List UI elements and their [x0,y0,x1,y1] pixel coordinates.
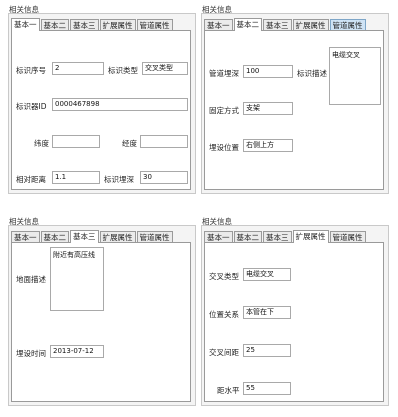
cross-type-label: 交叉类型 [209,272,239,281]
marker-seq-input[interactable]: 2 [52,62,104,75]
tab-extended-attributes[interactable]: 扩展属性 [292,230,329,243]
fixing-method-input[interactable]: 支架 [243,102,293,115]
marker-id-label: 标识器ID [16,102,47,111]
position-relation-input[interactable]: 本管在下 [243,306,291,319]
tab-content: 交叉类型 电缆交叉 位置关系 本管在下 交叉间距 25 距水平 55 [204,242,384,402]
horizontal-distance-label: 距水平 [217,386,240,395]
marker-depth-input[interactable]: 30 [140,171,188,184]
panel-basic-two: 相关信息 基本一 基本二 基本三 扩展属性 管道属性 管道埋深 100 标识描述… [201,4,389,194]
relative-distance-input[interactable]: 1.1 [52,171,100,184]
marker-type-label: 标识类型 [108,66,138,75]
marker-desc-textarea[interactable]: 电缆交叉 [329,47,381,105]
marker-desc-label: 标识描述 [297,69,327,78]
tab-content: 标识序号 2 标识类型 交叉类型 标识器ID 0000467898 纬度 经度 … [11,30,191,190]
panel-basic-one: 相关信息 基本一 基本二 基本三 扩展属性 管道属性 标识序号 2 标识类型 交… [8,4,196,194]
cross-type-input[interactable]: 电缆交叉 [243,268,291,281]
latitude-label: 纬度 [34,139,49,148]
longitude-input[interactable] [140,135,188,148]
marker-seq-label: 标识序号 [16,66,46,75]
pipeline-depth-input[interactable]: 100 [243,65,293,78]
tab-basic-two[interactable]: 基本二 [233,18,262,31]
burial-time-label: 埋设时间 [16,349,46,358]
horizontal-distance-input[interactable]: 55 [243,382,291,395]
cross-spacing-label: 交叉间距 [209,348,239,357]
tab-basic-three[interactable]: 基本三 [70,230,99,243]
burial-location-label: 埋设位置 [209,143,239,152]
cross-spacing-input[interactable]: 25 [243,344,291,357]
fixing-method-label: 固定方式 [209,106,239,115]
burial-location-input[interactable]: 右侧上方 [243,139,293,152]
marker-type-input[interactable]: 交叉类型 [142,62,188,75]
ground-desc-textarea[interactable]: 附近有高压线 [50,247,104,311]
tab-content: 管道埋深 100 标识描述 电缆交叉 固定方式 支架 埋设位置 右侧上方 [204,30,384,190]
panel-extended-attributes: 相关信息 基本一 基本二 基本三 扩展属性 管道属性 交叉类型 电缆交叉 位置关… [201,216,389,406]
position-relation-label: 位置关系 [209,310,239,319]
marker-depth-label: 标识埋深 [104,175,134,184]
longitude-label: 经度 [122,139,137,148]
relative-distance-label: 相对距离 [16,175,46,184]
latitude-input[interactable] [52,135,100,148]
panel-basic-three: 相关信息 基本一 基本二 基本三 扩展属性 管道属性 地面描述 附近有高压线 埋… [8,216,196,406]
tab-basic-one[interactable]: 基本一 [11,18,40,31]
ground-desc-label: 地面描述 [16,275,46,284]
burial-time-input[interactable]: 2013-07-12 [50,345,104,358]
pipeline-depth-label: 管道埋深 [209,69,239,78]
tab-content: 地面描述 附近有高压线 埋设时间 2013-07-12 [11,242,191,402]
marker-id-input[interactable]: 0000467898 [52,98,188,111]
